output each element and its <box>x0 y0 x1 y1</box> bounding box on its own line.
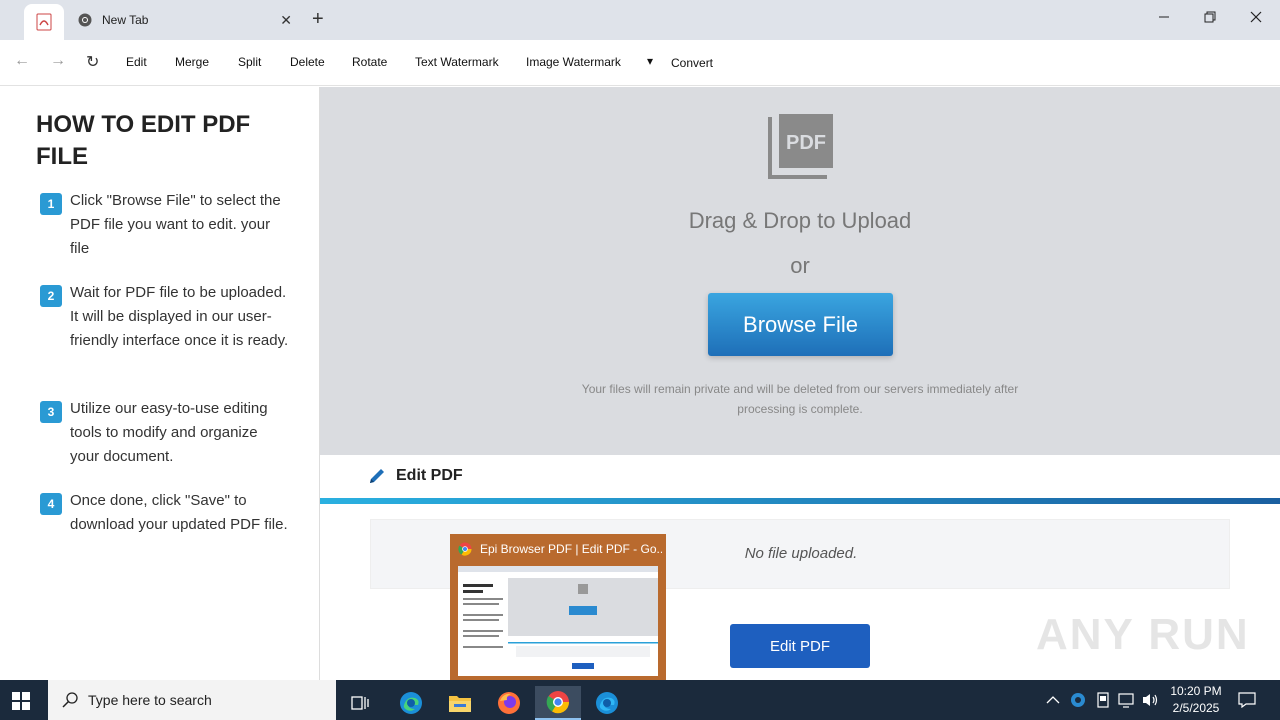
taskbar-firefox[interactable] <box>486 686 532 720</box>
volume-icon <box>1143 694 1158 706</box>
app-toolbar: ← → ↻ Edit Merge Split Delete Rotate Tex… <box>0 40 1280 86</box>
forward-button[interactable]: → <box>50 52 66 70</box>
menu-image-watermark[interactable]: Image Watermark <box>526 55 621 69</box>
back-button[interactable]: ← <box>14 52 30 70</box>
menu-rotate[interactable]: Rotate <box>352 55 387 69</box>
edge-icon <box>1071 693 1085 707</box>
taskbar-file-explorer[interactable] <box>437 686 483 720</box>
tray-network-icon[interactable] <box>1118 680 1136 720</box>
tray-edge-icon[interactable] <box>1070 680 1086 720</box>
menu-convert[interactable]: Convert <box>671 56 713 70</box>
tab-new-tab[interactable]: New Tab ✕ <box>66 4 300 36</box>
browse-file-button[interactable]: Browse File <box>708 293 893 356</box>
edge-icon <box>400 692 422 714</box>
windows-logo-icon <box>12 692 30 710</box>
task-view-icon <box>351 696 369 710</box>
thumbnail-title: Epi Browser PDF | Edit PDF - Go... <box>458 542 662 556</box>
minimize-button[interactable] <box>1158 8 1170 30</box>
taskbar-thumbnail-preview[interactable]: Epi Browser PDF | Edit PDF - Go... <box>450 534 666 680</box>
menu-delete[interactable]: Delete <box>290 55 325 69</box>
chrome-icon <box>458 542 472 556</box>
step-number: 4 <box>40 493 62 515</box>
new-tab-button[interactable]: + <box>312 8 324 30</box>
tray-device-icon[interactable] <box>1096 680 1110 720</box>
windows-taskbar: Type here to search 10:20 PM 2/5/2025 <box>0 680 1280 720</box>
instructions-title: HOW TO EDIT PDF FILE <box>36 111 251 170</box>
step-number: 3 <box>40 401 62 423</box>
thumbnail-title-text: Epi Browser PDF | Edit PDF - Go... <box>480 542 662 556</box>
restore-icon <box>1204 11 1216 23</box>
step-text: Wait for PDF file to be uploaded. It wil… <box>70 284 289 349</box>
tab-label: New Tab <box>102 13 149 27</box>
or-text: or <box>790 253 810 278</box>
step-text: Utilize our easy-to-use editing tools to… <box>70 400 268 465</box>
taskbar-edge-2[interactable] <box>584 686 630 720</box>
anyrun-watermark: ANY RUN <box>1036 610 1250 659</box>
taskbar-search-input[interactable]: Type here to search <box>48 680 336 720</box>
thumbnail-screenshot <box>458 566 658 676</box>
pdf-file-icon: PDF <box>768 114 833 179</box>
minimize-icon <box>1159 16 1169 18</box>
step-3: 3 Utilize our easy-to-use editing tools … <box>40 397 290 469</box>
search-placeholder: Type here to search <box>88 692 212 708</box>
edit-pdf-button[interactable]: Edit PDF <box>730 624 870 668</box>
tray-chevron-up-icon[interactable] <box>1046 680 1060 720</box>
task-view-button[interactable] <box>337 686 383 720</box>
notification-button[interactable] <box>1238 680 1256 720</box>
notification-icon <box>1238 692 1256 708</box>
chevron-up-icon <box>1046 696 1060 704</box>
firefox-icon <box>498 692 520 714</box>
taskbar-edge[interactable] <box>388 686 434 720</box>
clock-date: 2/5/2025 <box>1172 701 1220 715</box>
menu-text-watermark[interactable]: Text Watermark <box>415 55 499 69</box>
menu-split[interactable]: Split <box>238 55 261 69</box>
edit-section-title: Edit PDF <box>396 467 463 484</box>
step-number: 1 <box>40 193 62 215</box>
privacy-notice: Your files will remain private and will … <box>581 382 1019 416</box>
chrome-icon <box>546 691 570 714</box>
instructions-panel: HOW TO EDIT PDF FILE 1 Click "Browse Fil… <box>0 87 320 680</box>
restore-button[interactable] <box>1204 8 1216 30</box>
close-icon <box>1250 11 1262 23</box>
step-4: 4 Once done, click "Save" to download yo… <box>40 489 290 537</box>
browser-title-bar: New Tab ✕ + <box>0 0 1280 40</box>
start-button[interactable] <box>12 692 30 715</box>
menu-merge[interactable]: Merge <box>175 55 209 69</box>
edge-icon <box>596 692 618 714</box>
tab-pdf[interactable] <box>24 4 64 40</box>
step-text: Click "Browse File" to select the PDF fi… <box>70 192 281 257</box>
network-icon <box>1118 693 1134 708</box>
step-number: 2 <box>40 285 62 307</box>
clock-time: 10:20 PM <box>1170 684 1222 698</box>
taskbar-clock[interactable]: 10:20 PM 2/5/2025 <box>1168 683 1224 717</box>
taskbar-chrome[interactable] <box>535 686 581 720</box>
step-text: Once done, click "Save" to download your… <box>70 492 288 533</box>
reload-button[interactable]: ↻ <box>86 52 99 72</box>
edit-section-header: Edit PDF <box>368 467 463 485</box>
pencil-icon <box>370 469 384 483</box>
pdf-icon-text: PDF <box>786 132 826 154</box>
folder-icon <box>449 696 471 712</box>
chevron-down-icon[interactable]: ▾ <box>647 54 653 68</box>
upload-dropzone[interactable]: PDF Drag & Drop to Upload or Browse File… <box>320 87 1280 455</box>
drag-drop-text: Drag & Drop to Upload <box>688 208 912 233</box>
section-divider <box>320 498 1280 504</box>
device-icon <box>1097 692 1109 708</box>
menu-edit[interactable]: Edit <box>126 55 147 69</box>
step-2: 2 Wait for PDF file to be uploaded. It w… <box>40 281 290 353</box>
close-window-button[interactable] <box>1250 8 1262 30</box>
thumbnail-miniature <box>458 566 658 676</box>
chrome-icon <box>78 13 92 27</box>
step-1: 1 Click "Browse File" to select the PDF … <box>40 189 290 261</box>
search-icon <box>62 692 78 708</box>
tab-close-icon[interactable]: ✕ <box>280 12 292 29</box>
pdf-tab-icon <box>36 13 52 31</box>
tray-volume-icon[interactable] <box>1142 680 1160 720</box>
